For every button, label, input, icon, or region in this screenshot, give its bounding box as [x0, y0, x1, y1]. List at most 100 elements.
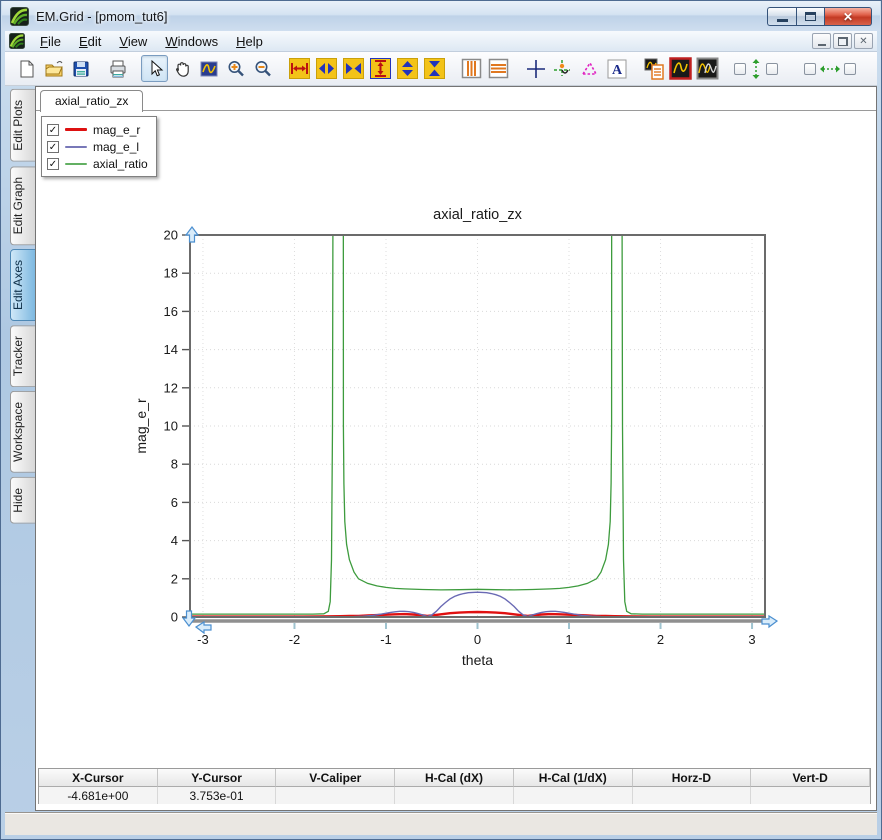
sidebar-tab-edit-axes[interactable]: Edit Axes	[10, 249, 35, 321]
zoom-in-icon	[226, 59, 246, 79]
shrink-y-button[interactable]	[421, 55, 448, 82]
maximize-icon	[805, 12, 816, 21]
menu-item-windows[interactable]: Windows	[156, 32, 227, 51]
expand-x-button[interactable]	[286, 55, 313, 82]
horizontal-scale-link-group[interactable]	[801, 55, 859, 82]
main-area: Edit Plots Edit Graph Edit Axes Tracker Work…	[5, 86, 877, 811]
shrink-x-button[interactable]	[340, 55, 367, 82]
app-logo-icon	[10, 7, 29, 26]
x-tick-label--2: -2	[289, 632, 301, 647]
plot-workspace: axial_ratio_zx ✓mag_e_r✓mag_e_l✓axial_ra…	[35, 86, 877, 811]
open-file-button[interactable]	[40, 55, 67, 82]
vertical-scale-right-checkbox[interactable]	[766, 63, 778, 75]
title-bar: EM.Grid - [pmom_tut6] ✕	[2, 1, 880, 31]
child-close-icon: ✕	[859, 36, 867, 47]
document-tab-bar: axial_ratio_zx	[36, 87, 876, 111]
zoom-in-button[interactable]	[222, 55, 249, 82]
status-value-horz-d	[633, 787, 752, 804]
legend-checkbox-mag-e-r[interactable]: ✓	[47, 124, 59, 136]
new-file-icon	[17, 59, 37, 79]
y-axis-top-handle[interactable]	[186, 227, 198, 242]
status-header-vert-d: Vert-D	[751, 769, 870, 787]
x-tick-label-0: 0	[474, 632, 481, 647]
chart-title: axial_ratio_zx	[433, 207, 522, 223]
vertical-scale-link-group[interactable]	[731, 55, 781, 82]
status-header-horz-d: Horz-D	[633, 769, 752, 787]
text-annotation-icon: A	[606, 58, 628, 80]
child-close-button[interactable]: ✕	[854, 33, 873, 49]
child-restore-button[interactable]	[833, 33, 852, 49]
spread-x-icon	[316, 58, 337, 79]
crosshair-tool-button[interactable]	[522, 55, 549, 82]
sidebar-tab-hide[interactable]: Hide	[10, 477, 35, 524]
sidebar-tab-tracker[interactable]: Tracker	[10, 325, 35, 387]
y-tick-label-14: 14	[164, 342, 178, 357]
legend-row-mag-e-r: ✓mag_e_r	[47, 121, 148, 138]
zoom-window-button[interactable]	[195, 55, 222, 82]
bottom-strip	[5, 812, 877, 835]
spread-y-button[interactable]	[394, 55, 421, 82]
y-tick-label-6: 6	[171, 495, 178, 510]
horizontal-scale-right-checkbox[interactable]	[844, 63, 856, 75]
sidebar-tab-workspace[interactable]: Workspace	[10, 391, 35, 473]
chart-area[interactable]: -3-2-1012302468101214161820axial_ratio_z…	[130, 197, 820, 677]
menu-item-help[interactable]: Help	[227, 32, 272, 51]
status-header-h-cal-dx-: H-Cal (dX)	[395, 769, 514, 787]
child-minimize-icon	[818, 44, 826, 46]
select-tool-button[interactable]	[141, 55, 168, 82]
vertical-scale-left-checkbox[interactable]	[734, 63, 746, 75]
caliper-tool-button[interactable]	[576, 55, 603, 82]
horizontal-markers-icon	[488, 58, 509, 79]
text-annotation-button[interactable]: A	[603, 55, 630, 82]
menu-item-file[interactable]: File	[31, 32, 70, 51]
status-header-x-cursor: X-Cursor	[39, 769, 158, 787]
sidebar-tab-edit-plots[interactable]: Edit Plots	[10, 89, 35, 162]
maximize-button[interactable]	[796, 7, 825, 26]
tracker-tool-button[interactable]	[549, 55, 576, 82]
pan-hand-icon	[172, 59, 192, 79]
spread-x-button[interactable]	[313, 55, 340, 82]
document-tab[interactable]: axial_ratio_zx	[40, 90, 143, 112]
menu-item-view[interactable]: View	[110, 32, 156, 51]
expand-x-icon	[289, 58, 310, 79]
legend-checkbox-mag-e-l[interactable]: ✓	[47, 141, 59, 153]
single-plot-view-icon	[669, 57, 692, 80]
horizontal-markers-button[interactable]	[485, 55, 512, 82]
y-axis-bottom-handle[interactable]	[183, 611, 195, 626]
sidebar: Edit Plots Edit Graph Edit Axes Tracker Work…	[5, 89, 35, 811]
expand-y-button[interactable]	[367, 55, 394, 82]
minimize-button[interactable]	[767, 7, 796, 26]
spread-y-icon	[397, 58, 418, 79]
legend-row-mag-e-l: ✓mag_e_l	[47, 138, 148, 155]
pan-tool-button[interactable]	[168, 55, 195, 82]
multi-plot-view-button[interactable]	[694, 55, 721, 82]
plot-legend: ✓mag_e_r✓mag_e_l✓axial_ratio	[41, 116, 157, 177]
legend-row-axial-ratio: ✓axial_ratio	[47, 155, 148, 172]
status-value-x-cursor: -4.681e+00	[39, 787, 158, 804]
y-tick-label-2: 2	[171, 571, 178, 586]
status-value-y-cursor: 3.753e-01	[158, 787, 277, 804]
shrink-x-icon	[343, 58, 364, 79]
x-tick-label-3: 3	[748, 632, 755, 647]
save-file-button[interactable]	[67, 55, 94, 82]
zoom-out-button[interactable]	[249, 55, 276, 82]
child-minimize-button[interactable]	[812, 33, 831, 49]
y-tick-label-16: 16	[164, 304, 178, 319]
print-button[interactable]	[104, 55, 131, 82]
y-tick-label-18: 18	[164, 266, 178, 281]
horizontal-scale-left-checkbox[interactable]	[804, 63, 816, 75]
new-file-button[interactable]	[13, 55, 40, 82]
x-tick-label--1: -1	[380, 632, 392, 647]
single-plot-view-button[interactable]	[667, 55, 694, 82]
legend-checkbox-axial-ratio[interactable]: ✓	[47, 158, 59, 170]
menu-item-edit[interactable]: Edit	[70, 32, 110, 51]
sidebar-tab-edit-graph[interactable]: Edit Graph	[10, 166, 35, 245]
text-annotation-icon-letter: A	[611, 63, 622, 78]
report-view-button[interactable]	[640, 55, 667, 82]
chart-svg[interactable]: -3-2-1012302468101214161820axial_ratio_z…	[130, 197, 820, 677]
close-button[interactable]: ✕	[825, 7, 872, 26]
vertical-scale-arrow-icon	[749, 58, 763, 80]
close-icon: ✕	[843, 11, 853, 23]
status-value-h-cal-dx-	[395, 787, 514, 804]
vertical-markers-button[interactable]	[458, 55, 485, 82]
